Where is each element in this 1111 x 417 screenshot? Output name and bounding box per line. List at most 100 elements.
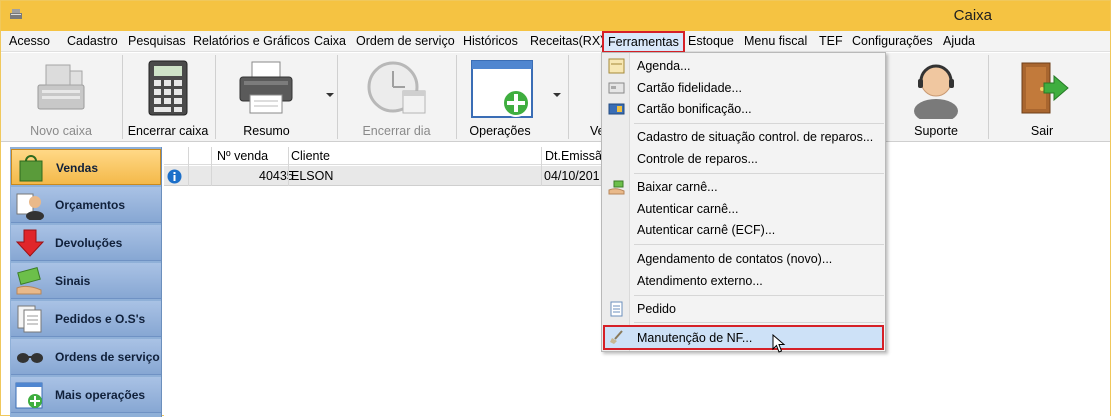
- menu-relatorios[interactable]: Relatórios e Gráficos: [193, 34, 310, 51]
- resumo-button[interactable]: Resumo: [216, 53, 334, 142]
- broom-icon: [610, 330, 623, 344]
- toolbar: Novo caixa Encerrar caixa Resumo Encerra…: [1, 53, 1110, 142]
- menu-separator: [634, 322, 884, 323]
- menu-item-label: Atendimento externo...: [637, 274, 763, 288]
- menu-item-label: Pedido: [637, 302, 676, 316]
- menu-caixa[interactable]: Caixa: [314, 34, 346, 51]
- suporte-label: Suporte: [914, 124, 958, 138]
- menu-item-autenticar-carne[interactable]: Autenticar carnê...: [604, 199, 883, 219]
- exit-door-icon: [1021, 62, 1069, 114]
- window-title: Caixa: [953, 7, 992, 24]
- menu-menu-fiscal[interactable]: Menu fiscal: [744, 34, 807, 51]
- card-icon: [608, 82, 625, 94]
- sidebar-item-label: Mais operações: [55, 388, 146, 402]
- menu-item-label: Autenticar carnê...: [637, 202, 739, 216]
- menu-separator: [634, 123, 884, 124]
- menu-item-controle-reparos[interactable]: Controle de reparos...: [604, 149, 883, 169]
- suporte-button[interactable]: Suporte: [885, 53, 987, 142]
- sidebar-item-label: Orçamentos: [55, 198, 126, 212]
- menu-receitas[interactable]: Receitas(RX): [530, 34, 604, 51]
- down-arrow-icon: [15, 229, 45, 257]
- menu-item-label: Baixar carnê...: [637, 180, 718, 194]
- sidebar-item-label: Sinais: [55, 274, 91, 288]
- operacoes-button[interactable]: Operações: [457, 53, 567, 142]
- resumo-dropdown-arrow[interactable]: [326, 93, 334, 97]
- resumo-label: Resumo: [243, 124, 290, 138]
- menu-ajuda[interactable]: Ajuda: [943, 34, 975, 51]
- add-window-icon: [471, 60, 533, 118]
- column-header-cliente[interactable]: Cliente: [291, 149, 330, 163]
- agenda-icon: [608, 58, 625, 74]
- column-header-data[interactable]: Dt.Emissã: [545, 149, 602, 163]
- cell-data: 04/10/201: [544, 169, 600, 183]
- menu-historicos[interactable]: Históricos: [463, 34, 518, 51]
- menu-item-cartao-fidelidade[interactable]: Cartão fidelidade...: [604, 78, 883, 98]
- menu-item-manutencao-nf[interactable]: Manutenção de NF...: [603, 325, 884, 350]
- add-window-icon: [15, 382, 43, 409]
- sidebar-item-orcamentos[interactable]: Orçamentos: [11, 187, 161, 223]
- sidebar-item-sinais[interactable]: Sinais: [11, 263, 161, 299]
- menu-item-atendimento-externo[interactable]: Atendimento externo...: [604, 271, 883, 291]
- encerrar-dia-button[interactable]: Encerrar dia: [338, 53, 455, 142]
- menu-item-label: Agenda...: [637, 59, 691, 73]
- calculator-icon: [148, 60, 188, 116]
- menu-item-agenda[interactable]: Agenda...: [604, 56, 883, 76]
- menu-item-baixar-carne[interactable]: Baixar carnê...: [604, 177, 883, 197]
- glasses-icon: [17, 353, 43, 363]
- menu-acesso[interactable]: Acesso: [9, 34, 50, 51]
- money-hand-icon: [16, 267, 42, 295]
- menu-ordem-servico[interactable]: Ordem de serviço: [356, 34, 455, 51]
- sidebar-item-devolucoes[interactable]: Devoluções: [11, 225, 161, 261]
- caixa-window: Caixa Acesso Cadastro Pesquisas Relatóri…: [0, 0, 1111, 417]
- sidebar: Vendas Orçamentos Devoluções Sinais Pedi…: [10, 147, 162, 417]
- menu-separator: [634, 295, 884, 296]
- operacoes-label: Operações: [469, 124, 531, 138]
- encerrar-caixa-label: Encerrar caixa: [127, 124, 209, 138]
- menu-item-pedido[interactable]: Pedido: [604, 299, 883, 319]
- operacoes-dropdown-arrow[interactable]: [553, 93, 561, 97]
- info-icon[interactable]: [167, 169, 182, 184]
- cell-cliente: ELSON: [291, 169, 334, 183]
- encerrar-caixa-button[interactable]: Encerrar caixa: [123, 53, 213, 142]
- title-bar: Caixa: [1, 1, 1110, 31]
- person-document-icon: [16, 193, 44, 220]
- menu-item-autenticar-carne-ecf[interactable]: Autenticar carnê (ECF)...: [604, 220, 883, 240]
- menu-pesquisas[interactable]: Pesquisas: [128, 34, 186, 51]
- sidebar-item-pedidos[interactable]: Pedidos e O.S's: [11, 301, 161, 337]
- grid-divider: [211, 147, 212, 186]
- table-row[interactable]: 40435 ELSON 04/10/201: [164, 166, 604, 186]
- novo-caixa-label: Novo caixa: [30, 124, 92, 138]
- menu-ferramentas[interactable]: Ferramentas: [602, 31, 685, 53]
- encerrar-dia-label: Encerrar dia: [362, 124, 431, 138]
- menu-estoque[interactable]: Estoque: [688, 34, 734, 51]
- bonus-card-icon: [608, 103, 625, 115]
- menu-tef[interactable]: TEF: [819, 34, 843, 51]
- sair-button[interactable]: Sair: [989, 53, 1095, 142]
- toolbar-separator: [568, 55, 569, 139]
- menu-item-label: Manutenção de NF...: [637, 331, 753, 345]
- menu-item-label: Cartão fidelidade...: [637, 81, 742, 95]
- support-headset-icon: [914, 64, 958, 119]
- sidebar-item-mais-operacoes[interactable]: Mais operações: [11, 377, 161, 413]
- sidebar-item-label: Ordens de serviço: [55, 350, 160, 364]
- printer-icon: [239, 61, 292, 114]
- column-header-numero[interactable]: Nº venda: [217, 149, 268, 163]
- sair-label: Sair: [1030, 124, 1054, 138]
- novo-caixa-button[interactable]: Novo caixa: [1, 53, 121, 142]
- menu-cadastro[interactable]: Cadastro: [67, 34, 118, 51]
- menu-item-cadastro-situacao[interactable]: Cadastro de situação control. de reparos…: [604, 127, 883, 147]
- grid-header: Nº venda Cliente Dt.Emissã: [164, 147, 604, 165]
- menu-item-label: Agendamento de contatos (novo)...: [637, 252, 833, 266]
- sidebar-item-label: Pedidos e O.S's: [55, 312, 146, 326]
- menu-item-agendamento-contatos[interactable]: Agendamento de contatos (novo)...: [604, 249, 883, 269]
- grid-divider: [541, 147, 542, 186]
- menu-configuracoes[interactable]: Configurações: [852, 34, 933, 51]
- sidebar-item-ordens-servico[interactable]: Ordens de serviço: [11, 339, 161, 375]
- cash-register-icon: [37, 64, 85, 110]
- menu-separator: [634, 244, 884, 245]
- documents-icon: [17, 305, 42, 333]
- menu-item-label: Cartão bonificação...: [637, 102, 752, 116]
- shopping-bag-icon: [19, 155, 43, 182]
- sidebar-item-vendas[interactable]: Vendas: [11, 149, 161, 185]
- menu-item-cartao-bonificacao[interactable]: Cartão bonificação...: [604, 99, 883, 119]
